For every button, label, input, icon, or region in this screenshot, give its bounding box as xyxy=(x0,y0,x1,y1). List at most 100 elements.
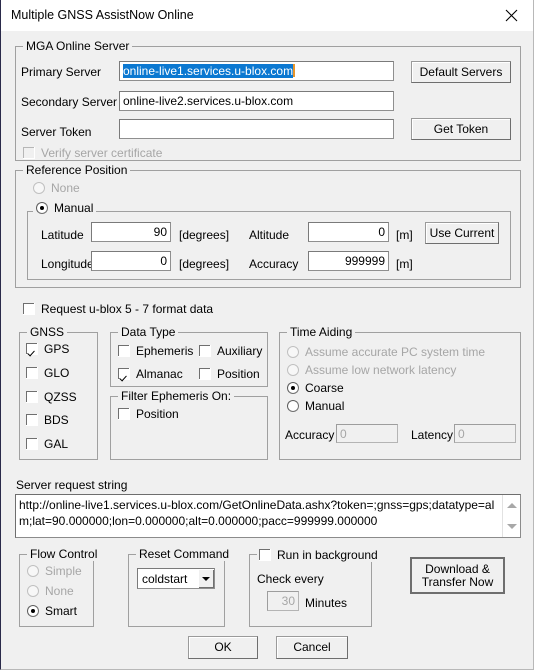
altitude-input[interactable]: 0 xyxy=(308,222,389,242)
run-in-background-label: Run in background xyxy=(277,548,378,562)
verify-server-certificate-checkbox[interactable]: Verify server certificate xyxy=(23,146,162,160)
checkbox-box xyxy=(199,345,211,357)
flow-control-legend: Flow Control xyxy=(27,547,101,561)
checkbox-box xyxy=(118,368,130,380)
primary-server-label: Primary Server xyxy=(21,65,102,79)
chevron-down-icon[interactable] xyxy=(197,569,214,588)
checkbox-box xyxy=(26,414,38,426)
use-current-button[interactable]: Use Current xyxy=(425,222,499,244)
checkbox-box xyxy=(118,345,130,357)
reference-position-manual-radio[interactable]: Manual xyxy=(33,201,97,215)
gnss-bds-checkbox[interactable]: BDS xyxy=(26,413,69,427)
title-bar: Multiple GNSS AssistNow Online xyxy=(1,0,533,31)
gnss-glo-checkbox[interactable]: GLO xyxy=(26,366,69,380)
radio-circle xyxy=(33,182,45,194)
radio-circle xyxy=(27,565,39,577)
time-aiding-accuracy-input[interactable]: 0 xyxy=(336,424,398,443)
position-accuracy-input[interactable]: 999999 xyxy=(308,251,389,271)
flow-control-smart-radio[interactable]: Smart xyxy=(27,604,77,618)
data-type-position-checkbox[interactable]: Position xyxy=(199,367,260,381)
checkbox-box xyxy=(259,549,271,561)
secondary-server-label: Secondary Server xyxy=(21,95,118,109)
reference-position-manual-label: Manual xyxy=(54,201,94,215)
data-type-item-label: Position xyxy=(217,367,260,381)
reference-position-legend: Reference Position xyxy=(23,163,131,177)
time-aiding-pc-system-time-radio[interactable]: Assume accurate PC system time xyxy=(287,345,485,359)
radio-circle xyxy=(287,382,299,394)
ok-button[interactable]: OK xyxy=(188,636,258,659)
scroll-down-icon[interactable] xyxy=(503,518,520,535)
close-icon[interactable] xyxy=(489,0,533,30)
checkbox-box xyxy=(23,147,35,159)
filter-ephemeris-position-label: Position xyxy=(136,407,179,421)
gnss-item-label: GPS xyxy=(44,342,70,356)
time-aiding-option-label: Manual xyxy=(305,399,345,413)
gnss-item-label: BDS xyxy=(44,413,69,427)
download-and-transfer-now-button[interactable]: Download & Transfer Now xyxy=(410,557,505,594)
data-type-item-label: Auxiliary xyxy=(217,344,263,358)
radio-circle xyxy=(287,364,299,376)
data-type-almanac-checkbox[interactable]: Almanac xyxy=(118,367,183,381)
default-servers-button[interactable]: Default Servers xyxy=(411,61,511,83)
filter-ephemeris-legend: Filter Ephemeris On: xyxy=(118,389,235,403)
request-legacy-format-checkbox[interactable]: Request u-blox 5 - 7 format data xyxy=(23,302,213,316)
data-type-item-label: Almanac xyxy=(136,367,183,381)
reference-position-none-radio[interactable]: None xyxy=(33,181,80,195)
flow-control-none-radio[interactable]: None xyxy=(27,584,74,598)
longitude-units: [degrees] xyxy=(179,257,230,271)
latitude-label: Latitude xyxy=(41,228,84,242)
gnss-item-label: QZSS xyxy=(44,390,77,404)
time-aiding-accuracy-label: Accuracy xyxy=(285,428,335,442)
latitude-units: [degrees] xyxy=(179,228,230,242)
data-type-auxiliary-checkbox[interactable]: Auxiliary xyxy=(199,344,262,358)
server-token-input[interactable] xyxy=(119,119,394,139)
page-title: Multiple GNSS AssistNow Online xyxy=(11,8,194,22)
data-type-item-label: Ephemeris xyxy=(136,344,194,358)
reset-command-select[interactable]: coldstart xyxy=(137,568,215,589)
scroll-up-icon[interactable] xyxy=(503,497,520,514)
primary-server-input[interactable]: online-live1.services.u-blox.com xyxy=(119,61,394,81)
check-interval-input[interactable]: 30 xyxy=(267,591,299,611)
checkbox-box xyxy=(26,438,38,450)
time-aiding-manual-radio[interactable]: Manual xyxy=(287,399,344,413)
gnss-gps-checkbox[interactable]: GPS xyxy=(26,342,69,356)
time-aiding-coarse-radio[interactable]: Coarse xyxy=(287,381,344,395)
gnss-qzss-checkbox[interactable]: QZSS xyxy=(26,390,77,404)
time-aiding-latency-label: Latency xyxy=(411,428,454,442)
checkbox-box xyxy=(26,367,38,379)
primary-server-value: online-live1.services.u-blox.com xyxy=(123,64,294,78)
dialog-window: Multiple GNSS AssistNow Online MGA Onlin… xyxy=(0,0,534,670)
get-token-button[interactable]: Get Token xyxy=(411,118,511,140)
time-aiding-low-latency-radio[interactable]: Assume low network latency xyxy=(287,363,456,377)
reset-command-group: Reset Command xyxy=(128,547,233,627)
accuracy-label: Accuracy xyxy=(249,257,299,271)
flow-control-option-label: None xyxy=(45,584,74,598)
gnss-gal-checkbox[interactable]: GAL xyxy=(26,437,68,451)
server-request-string-box[interactable]: http://online-live1.services.u-blox.com/… xyxy=(15,494,521,538)
run-in-background-checkbox[interactable]: Run in background xyxy=(257,548,380,562)
request-string-scrollbar[interactable] xyxy=(502,495,520,537)
time-aiding-option-label: Assume accurate PC system time xyxy=(305,345,486,359)
server-request-string-label: Server request string xyxy=(16,478,128,492)
radio-circle xyxy=(27,605,39,617)
text-caret xyxy=(293,64,296,77)
longitude-input[interactable]: 0 xyxy=(91,251,171,271)
flow-control-simple-radio[interactable]: Simple xyxy=(27,564,82,578)
checkbox-box xyxy=(118,408,130,420)
data-type-ephemeris-checkbox[interactable]: Ephemeris xyxy=(118,344,193,358)
check-interval-units: Minutes xyxy=(305,596,348,610)
latitude-input[interactable]: 90 xyxy=(91,222,171,242)
checkbox-box xyxy=(199,368,211,380)
reset-command-legend: Reset Command xyxy=(136,547,233,561)
checkbox-box xyxy=(26,391,38,403)
time-aiding-latency-input[interactable]: 0 xyxy=(454,424,516,443)
download-transfer-line2: Transfer Now xyxy=(421,574,494,589)
checkbox-box xyxy=(26,343,38,355)
cancel-button[interactable]: Cancel xyxy=(276,636,348,659)
filter-ephemeris-position-checkbox[interactable]: Position xyxy=(118,407,179,421)
secondary-server-input[interactable]: online-live2.services.u-blox.com xyxy=(119,91,394,111)
filter-ephemeris-group: Filter Ephemeris On: xyxy=(110,389,268,460)
checkbox-box xyxy=(23,303,35,315)
time-aiding-option-label: Assume low network latency xyxy=(305,363,457,377)
time-aiding-legend: Time Aiding xyxy=(287,325,356,339)
